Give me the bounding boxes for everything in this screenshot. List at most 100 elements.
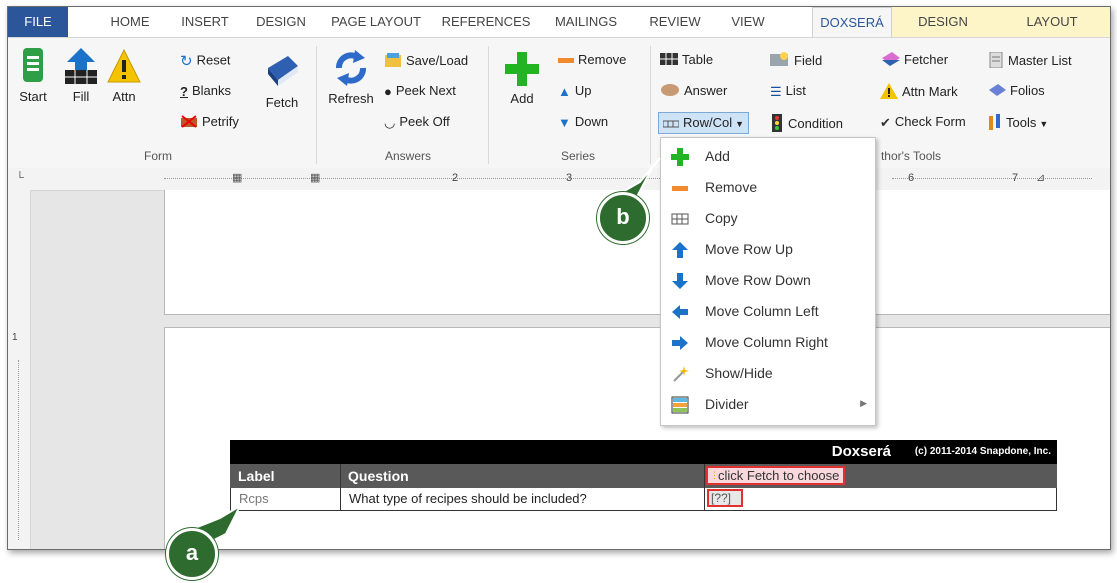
answer-label: Answer [684,83,728,98]
list-button[interactable]: ☰ List [770,83,806,100]
series-down-button[interactable]: ▼ Down [558,114,608,130]
form-start-icon [23,48,43,82]
arrow-right-icon [672,336,688,350]
table-row: Rcps What type of recipes should be incl… [230,488,1057,511]
petrify-button[interactable]: Petrify [180,114,239,131]
series-add-label: Add [510,91,534,106]
peek-off-button[interactable]: ◡ Peek Off [384,114,450,131]
menu-item-divider[interactable]: Divider ▶ [661,389,875,420]
brain-icon [660,83,680,100]
fetch-placeholder[interactable]: ⋮ click Fetch to choose [706,466,846,485]
menu-item-show-hide[interactable]: Show/Hide [661,358,875,389]
vertical-ruler-number-1: 1 [12,332,18,343]
arrow-down-icon [672,273,688,289]
row-label-cell[interactable]: Rcps [239,491,269,506]
menu-item-copy[interactable]: Copy [661,203,875,234]
ribbon: Start Fill Attn ↻ Reset ? Blanks Petrify F… [8,37,1110,169]
ruler-number-7: 7 [1012,172,1019,184]
tab-page-layout[interactable]: PAGE LAYOUT [326,7,426,37]
tab-file[interactable]: FILE [8,7,68,37]
peek-next-button[interactable]: ● Peek Next [384,83,456,99]
start-button[interactable]: Start [12,46,54,104]
group-series-label: Series [560,149,595,163]
tab-view[interactable]: VIEW [722,7,774,37]
menu-item-move-row-up[interactable]: Move Row Up [661,234,875,265]
tab-references[interactable]: REFERENCES [436,7,536,37]
fill-button[interactable]: Fill [60,46,102,104]
answer-button[interactable]: Answer [660,83,727,100]
header-question: Question [348,468,409,484]
horizontal-ruler[interactable]: └ ▦ ▦ 2 3 6 7 ⊿ [8,168,1110,191]
menu-item-remove[interactable]: Remove [661,172,875,203]
tab-review[interactable]: REVIEW [636,7,714,37]
answer-placeholder[interactable]: [??] [707,489,744,507]
vertical-ruler[interactable]: 1 [8,190,31,549]
tab-table-layout[interactable]: LAYOUT [994,7,1110,37]
peek-off-label: Peek Off [399,114,450,129]
check-form-button[interactable]: ✔ Check Form [880,114,966,131]
group-form-label: Form [144,149,172,163]
wand-icon [673,366,689,382]
blanks-button[interactable]: ? Blanks [180,83,231,99]
series-add-button[interactable]: Add [502,50,542,106]
attn-mark-button[interactable]: Attn Mark [880,83,958,102]
attn-warning-icon [107,48,141,83]
attn-button[interactable]: Attn [104,46,144,104]
folios-button[interactable]: Folios [988,83,1045,99]
menu-item-move-column-left[interactable]: Move Column Left [661,296,875,327]
condition-button[interactable]: Condition [770,114,843,135]
field-button[interactable]: Field [770,52,822,71]
menu-item-add[interactable]: Add [661,141,875,172]
attn-label: Attn [112,89,136,104]
series-remove-button[interactable]: Remove [558,52,626,68]
petrify-icon [180,114,198,131]
save-load-button[interactable]: Save/Load [384,52,468,71]
fill-icon [65,48,97,84]
row-question-cell[interactable]: What type of recipes should be included? [349,491,587,506]
tab-table-design[interactable]: DESIGN [892,7,994,37]
traffic-light-icon [770,114,784,135]
menu-item-move-row-up-label: Move Row Up [705,241,793,257]
group-authors-tools-label: thor's Tools [880,149,942,163]
ruler-number-6: 6 [908,172,915,184]
chevron-down-icon: ▼ [1039,118,1049,129]
menu-item-move-column-right[interactable]: Move Column Right [661,327,875,358]
row-col-icon [662,116,680,131]
menu-item-move-row-down[interactable]: Move Row Down [661,265,875,296]
copyright-text: (c) 2011-2014 Snapdone, Inc. [914,446,1051,457]
table-button[interactable]: Table [660,52,713,68]
condition-label: Condition [788,115,843,131]
ruler-right-indent-marker[interactable]: ⊿ [1036,171,1045,184]
field-label: Field [794,52,823,68]
tab-stop-selector-icon[interactable]: └ [16,172,24,184]
tab-design[interactable]: DESIGN [246,7,316,37]
menu-item-remove-label: Remove [705,179,758,195]
tab-mailings[interactable]: MAILINGS [546,7,626,37]
fetch-button[interactable]: Fetch [258,52,306,110]
tab-home[interactable]: HOME [100,7,160,37]
tools-dropdown[interactable]: Tools ▼ [988,114,1048,133]
table-label: Table [682,52,714,67]
save-load-label: Save/Load [406,52,469,68]
menu-item-add-label: Add [705,148,730,164]
document-page-current[interactable] [164,327,1110,549]
column-divider [340,464,341,488]
tab-insert[interactable]: INSERT [170,7,240,37]
tools-label: Tools [1006,114,1037,130]
menu-item-divider-label: Divider [705,396,749,412]
checkmark-icon: ✔ [880,114,891,130]
series-up-button[interactable]: ▲ Up [558,83,592,99]
refresh-button[interactable]: Refresh [324,48,378,106]
row-col-dropdown[interactable]: Row/Col ▼ [658,112,750,135]
fetcher-button[interactable]: Fetcher [880,52,948,69]
tab-doxsera[interactable]: DOXSERÁ [812,7,892,37]
reset-button[interactable]: ↻ Reset [180,52,231,70]
ruler-indent-marker[interactable]: ▦ [310,171,320,184]
ruler-margin-marker[interactable]: ▦ [232,171,242,184]
petrify-label: Petrify [202,114,239,129]
fetch-book-icon [268,56,298,86]
big-plus-icon [505,52,539,86]
fetcher-label: Fetcher [904,52,949,67]
table-brand-row: Doxserá (c) 2011-2014 Snapdone, Inc. [230,440,1057,464]
master-list-button[interactable]: Master List [988,51,1072,71]
